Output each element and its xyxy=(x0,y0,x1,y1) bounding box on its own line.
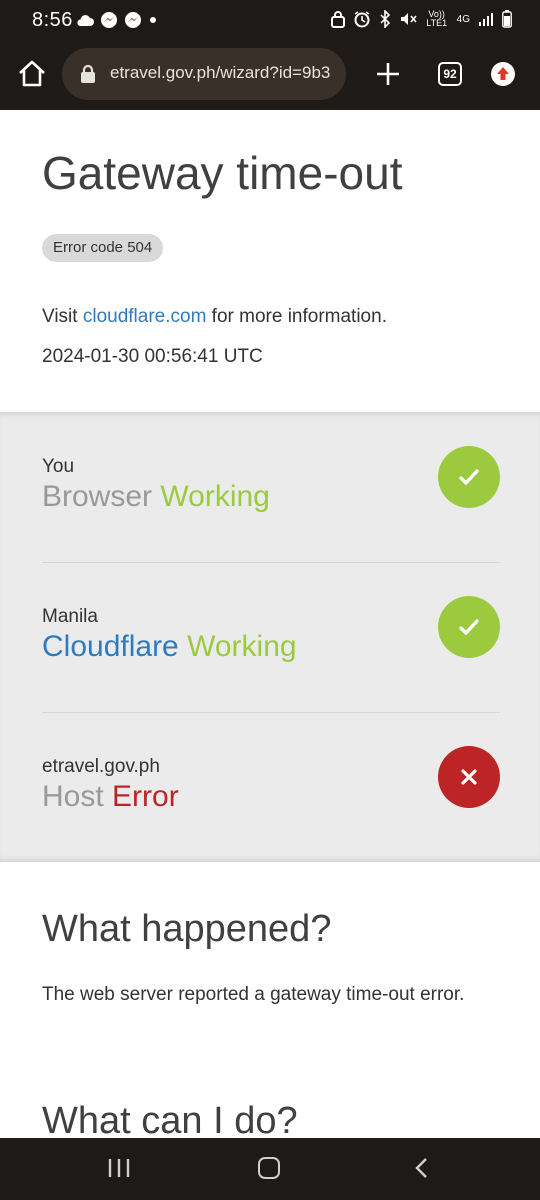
volte-icon: Vo)) LTE1 xyxy=(425,10,449,28)
home-icon[interactable] xyxy=(16,58,48,90)
node-status: Working xyxy=(187,630,297,663)
lock-icon xyxy=(80,64,96,89)
recent-apps-icon[interactable] xyxy=(106,1157,132,1184)
node-location: You xyxy=(42,456,75,477)
node-status: Error xyxy=(112,780,179,813)
notification-icons xyxy=(76,11,158,29)
check-icon xyxy=(438,446,500,508)
node-host: etravel.gov.ph Host Error xyxy=(42,746,500,906)
node-cloudflare: Manila Cloudflare Working xyxy=(42,596,500,756)
node-browser: You Browser Working xyxy=(42,446,500,606)
new-tab-icon[interactable] xyxy=(374,60,402,88)
alarm-icon xyxy=(353,10,371,28)
node-name: Cloudflare xyxy=(42,630,179,663)
visit-line: Visit cloudflare.com for more informatio… xyxy=(42,306,387,328)
node-name: Host xyxy=(42,780,104,813)
error-x-icon xyxy=(438,746,500,808)
back-icon[interactable] xyxy=(412,1157,430,1184)
divider xyxy=(42,562,500,563)
node-line: Cloudflare Working xyxy=(42,630,297,664)
system-icons: Vo)) LTE1 4G xyxy=(330,10,512,28)
node-line: Host Error xyxy=(42,780,179,814)
lock-icon xyxy=(330,10,345,28)
status-panel: You Browser Working Manila Cloudflare Wo… xyxy=(0,412,540,862)
visit-suffix: for more information. xyxy=(206,306,387,327)
node-location: etravel.gov.ph xyxy=(42,756,160,777)
node-location: Manila xyxy=(42,606,98,627)
browser-toolbar: etravel.gov.ph/wizard?id=9b3 92 xyxy=(0,40,540,110)
battery-icon xyxy=(502,10,512,28)
status-bar: 8:56 Vo)) LTE1 4G xyxy=(0,0,540,40)
mute-icon xyxy=(399,10,417,28)
home-button-icon[interactable] xyxy=(258,1157,280,1179)
error-code-badge: Error code 504 xyxy=(42,234,164,262)
network-type: 4G xyxy=(456,13,470,25)
url-text[interactable]: etravel.gov.ph/wizard?id=9b3 xyxy=(110,63,330,83)
status-time: 8:56 xyxy=(32,9,73,31)
what-happened-heading: What happened? xyxy=(42,908,332,950)
cloudflare-link[interactable]: cloudflare.com xyxy=(83,306,207,327)
update-icon[interactable] xyxy=(491,62,515,86)
what-can-i-do-heading: What can I do? xyxy=(42,1100,298,1138)
signal-icon xyxy=(478,11,494,27)
messenger-icon xyxy=(124,11,142,29)
system-nav-bar xyxy=(0,1138,540,1200)
node-line: Browser Working xyxy=(42,480,270,514)
messenger-icon xyxy=(100,11,118,29)
bluetooth-icon xyxy=(379,10,391,28)
node-status: Working xyxy=(160,480,270,513)
check-icon xyxy=(438,596,500,658)
tab-switcher-button[interactable]: 92 xyxy=(438,62,462,86)
node-name: Browser xyxy=(42,480,153,513)
page-content: Gateway time-out Error code 504 Visit cl… xyxy=(0,110,540,1138)
visit-prefix: Visit xyxy=(42,306,83,327)
page-title: Gateway time-out xyxy=(42,147,403,199)
timestamp: 2024-01-30 00:56:41 UTC xyxy=(42,346,263,367)
volte-label: Vo)) LTE1 xyxy=(426,9,448,28)
cloud-icon xyxy=(76,13,94,27)
divider xyxy=(42,712,500,713)
dot-icon xyxy=(148,15,158,25)
what-happened-text: The web server reported a gateway time-o… xyxy=(42,984,465,1005)
address-bar[interactable]: etravel.gov.ph/wizard?id=9b3 xyxy=(62,48,346,100)
